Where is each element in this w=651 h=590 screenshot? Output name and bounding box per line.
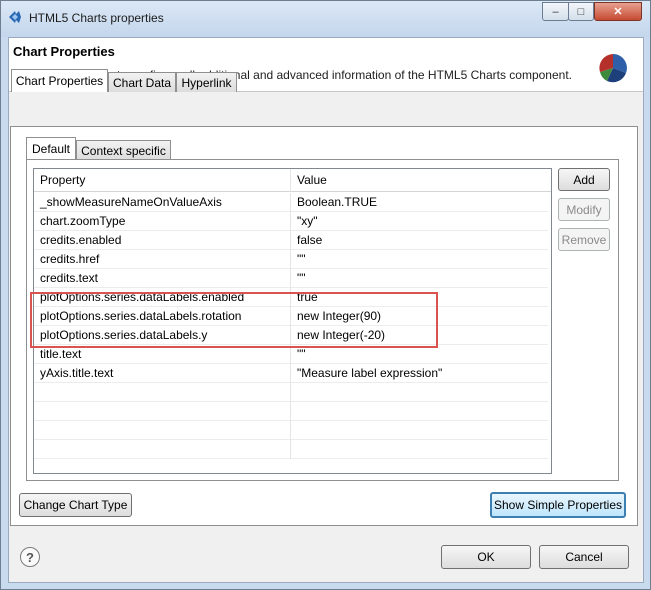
table-row[interactable]: plotOptions.series.dataLabels.rotation n… (34, 307, 548, 326)
maximize-button[interactable]: □ (568, 2, 594, 21)
empty-cell (34, 402, 291, 421)
value-cell[interactable]: "Measure label expression" (291, 364, 548, 383)
column-header-value[interactable]: Value (291, 169, 548, 192)
value-cell[interactable]: new Integer(90) (291, 307, 548, 326)
table-row[interactable]: _showMeasureNameOnValueAxis Boolean.TRUE (34, 193, 548, 212)
minimize-button[interactable]: – (542, 2, 569, 21)
property-cell: _showMeasureNameOnValueAxis (34, 193, 291, 212)
property-cell: plotOptions.series.dataLabels.enabled (34, 288, 291, 307)
property-cell: credits.enabled (34, 231, 291, 250)
tab-context-specific[interactable]: Context specific (76, 140, 171, 160)
value-cell[interactable]: "xy" (291, 212, 548, 231)
property-cell: credits.href (34, 250, 291, 269)
pie-chart-icon (599, 54, 627, 83)
value-cell[interactable]: "" (291, 345, 548, 364)
value-cell[interactable]: "" (291, 250, 548, 269)
tab-chart-properties[interactable]: Chart Properties (11, 69, 108, 92)
value-cell[interactable]: Boolean.TRUE (291, 193, 548, 212)
table-row[interactable]: credits.href "" (34, 250, 548, 269)
window-title: HTML5 Charts properties (29, 11, 164, 25)
show-simple-properties-button[interactable]: Show Simple Properties (490, 492, 626, 518)
change-chart-type-button[interactable]: Change Chart Type (19, 493, 132, 517)
properties-table[interactable]: Property Value _showMeasureNameOnValueAx… (33, 168, 552, 474)
cancel-button[interactable]: Cancel (539, 545, 629, 569)
empty-cell (34, 421, 291, 440)
help-icon[interactable]: ? (20, 547, 40, 567)
empty-table-row (34, 402, 548, 421)
empty-table-row (34, 421, 548, 440)
table-header: Property Value (34, 169, 551, 192)
table-row[interactable]: credits.enabled false (34, 231, 548, 250)
value-cell[interactable]: "" (291, 269, 548, 288)
table-row[interactable]: credits.text "" (34, 269, 548, 288)
property-cell: chart.zoomType (34, 212, 291, 231)
remove-button[interactable]: Remove (558, 228, 610, 251)
table-row[interactable]: yAxis.title.text "Measure label expressi… (34, 364, 548, 383)
column-header-property[interactable]: Property (34, 169, 291, 192)
table-row[interactable]: plotOptions.series.dataLabels.y new Inte… (34, 326, 548, 345)
value-cell[interactable]: true (291, 288, 548, 307)
property-cell: title.text (34, 345, 291, 364)
header-title: Chart Properties (13, 44, 115, 59)
table-row[interactable]: title.text "" (34, 345, 548, 364)
modify-button[interactable]: Modify (558, 198, 610, 221)
eclipse-app-icon (9, 11, 21, 23)
ok-button[interactable]: OK (441, 545, 531, 569)
add-button[interactable]: Add (558, 168, 610, 191)
tab-default[interactable]: Default (26, 137, 76, 159)
property-cell: plotOptions.series.dataLabels.y (34, 326, 291, 345)
property-cell: credits.text (34, 269, 291, 288)
table-row[interactable]: chart.zoomType "xy" (34, 212, 548, 231)
tab-hyperlink[interactable]: Hyperlink (176, 72, 237, 92)
empty-table-row (34, 383, 548, 402)
empty-table-row (34, 440, 548, 459)
value-cell[interactable]: false (291, 231, 548, 250)
property-cell: plotOptions.series.dataLabels.rotation (34, 307, 291, 326)
tab-chart-data[interactable]: Chart Data (108, 72, 176, 92)
property-cell: yAxis.title.text (34, 364, 291, 383)
table-row[interactable]: plotOptions.series.dataLabels.enabled tr… (34, 288, 548, 307)
close-button[interactable]: ✕ (594, 2, 642, 21)
empty-cell (34, 440, 291, 459)
empty-cell (34, 383, 291, 402)
value-cell[interactable]: new Integer(-20) (291, 326, 548, 345)
title-bar[interactable]: HTML5 Charts properties – □ ✕ (1, 1, 650, 37)
